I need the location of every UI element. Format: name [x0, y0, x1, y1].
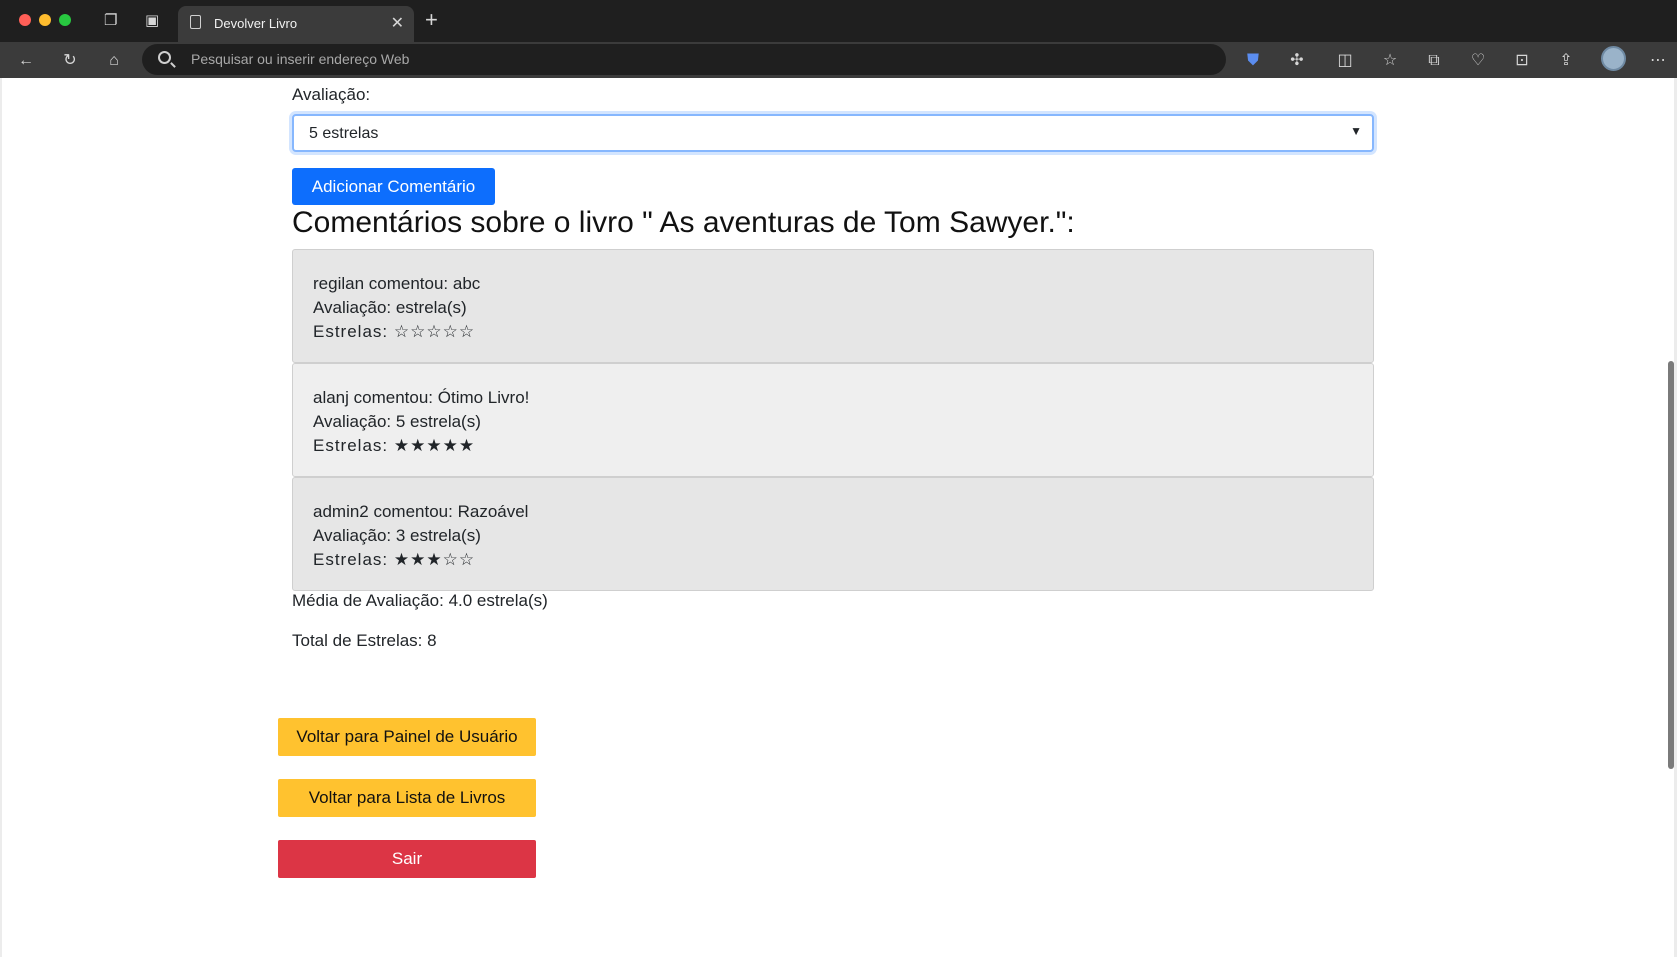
active-tab[interactable]: Devolver Livro ✕: [178, 6, 414, 42]
logout-button[interactable]: Sair: [278, 840, 536, 878]
comment-stars: Estrelas: ★★★☆☆: [313, 550, 476, 569]
back-to-user-panel-button[interactable]: Voltar para Painel de Usuário: [278, 718, 536, 756]
document-icon: [190, 15, 201, 29]
back-to-book-list-button[interactable]: Voltar para Lista de Livros: [278, 779, 536, 817]
favorites-icon[interactable]: ☆: [1380, 51, 1400, 71]
average-rating: Média de Avaliação: 4.0 estrela(s): [292, 591, 548, 610]
comment-item: alanj comentou: Ótimo Livro! Avaliação: …: [292, 363, 1374, 477]
avatar[interactable]: [1601, 46, 1626, 71]
screenshot-icon[interactable]: ⊡: [1512, 51, 1532, 71]
home-icon[interactable]: ⌂: [104, 51, 124, 71]
comment-stars: Estrelas: ☆☆☆☆☆: [313, 322, 476, 341]
new-tab-button[interactable]: +: [425, 9, 438, 31]
maximize-window-button[interactable]: [59, 14, 71, 26]
comment-author-text: admin2 comentou: Razoável: [313, 502, 529, 521]
rating-select-value: 5 estrelas: [309, 125, 379, 142]
collections-icon[interactable]: ⧉: [1424, 51, 1444, 71]
comments-heading: Comentários sobre o livro " As aventuras…: [292, 206, 1075, 239]
tab-title: Devolver Livro: [214, 16, 298, 31]
comment-author-text: regilan comentou: abc: [313, 274, 481, 293]
address-input[interactable]: Pesquisar ou inserir endereço Web: [191, 51, 409, 67]
share-icon[interactable]: ⇪: [1556, 51, 1576, 71]
shield-icon[interactable]: ⛊: [1243, 51, 1263, 71]
comment-rating-text: Avaliação: estrela(s): [313, 298, 467, 317]
comment-rating-text: Avaliação: 5 estrela(s): [313, 412, 481, 431]
page-viewport: Avaliação: 5 estrelas ▼ Adicionar Coment…: [2, 78, 1674, 957]
comment-rating-text: Avaliação: 3 estrela(s): [313, 526, 481, 545]
add-comment-button[interactable]: Adicionar Comentário: [292, 168, 495, 205]
browser-toolbar: ← ↻ ⌂ Pesquisar ou inserir endereço Web …: [0, 42, 1677, 78]
browser-tab-bar: ❐ ▣ Devolver Livro ✕ +: [0, 0, 1677, 42]
tab-actions-icon[interactable]: ▣: [145, 12, 159, 30]
total-stars: Total de Estrelas: 8: [292, 631, 437, 650]
refresh-icon[interactable]: ↻: [60, 51, 80, 71]
comment-item: admin2 comentou: Razoável Avaliação: 3 e…: [292, 477, 1374, 591]
address-bar[interactable]: Pesquisar ou inserir endereço Web: [142, 44, 1226, 75]
split-screen-icon[interactable]: ◫: [1335, 51, 1355, 71]
comment-item: regilan comentou: abc Avaliação: estrela…: [292, 249, 1374, 363]
extensions-icon[interactable]: ✣: [1287, 51, 1307, 71]
workspaces-icon[interactable]: ❐: [104, 12, 117, 30]
scrollbar[interactable]: [1668, 361, 1674, 769]
comment-stars: Estrelas: ★★★★★: [313, 436, 476, 455]
close-window-button[interactable]: [19, 14, 31, 26]
chevron-down-icon: ▼: [1350, 124, 1362, 138]
browser-essentials-icon[interactable]: ♡: [1468, 51, 1488, 71]
rating-label: Avaliação:: [292, 85, 371, 104]
comments-list: regilan comentou: abc Avaliação: estrela…: [292, 249, 1374, 591]
comment-author-text: alanj comentou: Ótimo Livro!: [313, 388, 530, 407]
minimize-window-button[interactable]: [39, 14, 51, 26]
more-menu-icon[interactable]: ⋯: [1648, 51, 1668, 71]
close-tab-icon[interactable]: ✕: [391, 13, 404, 33]
back-icon[interactable]: ←: [16, 51, 36, 71]
search-icon: [158, 51, 171, 64]
rating-select[interactable]: 5 estrelas ▼: [292, 114, 1374, 152]
